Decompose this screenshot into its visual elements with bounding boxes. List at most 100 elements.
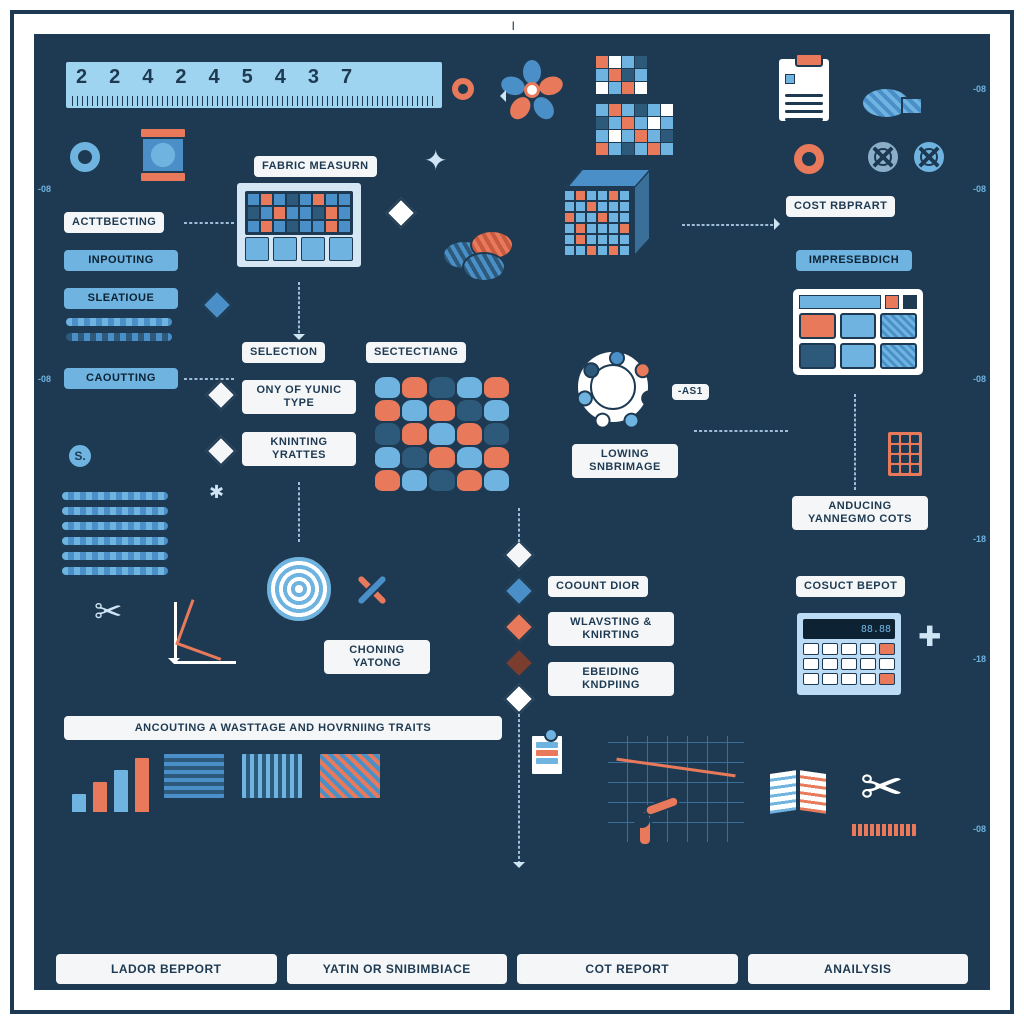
tab-yarn[interactable]: YATIN OR SNIBIMBIACE bbox=[285, 952, 510, 986]
comb-icon bbox=[848, 822, 918, 838]
node-colour[interactable]: COSUCT BEPOT bbox=[794, 574, 907, 599]
asterisk-icon: ✱ bbox=[209, 482, 224, 503]
arrow-down-icon bbox=[513, 862, 525, 874]
decision-icon bbox=[503, 683, 534, 714]
tab-analysis[interactable]: ANAILYSIS bbox=[746, 952, 971, 986]
bar-stack-icon bbox=[70, 756, 151, 814]
ruler-mark: 4 bbox=[209, 66, 220, 89]
frame-tick: | bbox=[512, 20, 515, 30]
wheel-x-icon bbox=[912, 140, 946, 174]
outer-frame: | -08 -08 -08 -18 -18 -08 -08 -08 2 2 4 … bbox=[10, 10, 1014, 1014]
swatch-panel-icon bbox=[790, 286, 926, 378]
ruler-mark: 4 bbox=[142, 66, 153, 89]
scissors-icon: ✂ bbox=[860, 758, 904, 818]
swatch bbox=[880, 343, 917, 369]
pixel-shape-icon bbox=[594, 54, 649, 96]
arrow-left-icon bbox=[494, 90, 506, 102]
side-num: -08 bbox=[973, 84, 986, 94]
decision-icon bbox=[205, 379, 236, 410]
node-ebeding[interactable]: EBEIDING KNDPIING bbox=[546, 660, 676, 698]
steam-icon: ∿∿∿ bbox=[866, 48, 915, 74]
ruler-mark: 3 bbox=[308, 66, 319, 89]
calculator-icon: 88.88 bbox=[794, 610, 904, 698]
node-fabric-measure[interactable]: FABRIC MEASURN bbox=[252, 154, 379, 179]
side-num: -08 bbox=[38, 374, 51, 384]
wheel-x-icon bbox=[866, 140, 900, 174]
node-caoutting[interactable]: CAOUTTING bbox=[62, 366, 180, 391]
robot-arm-icon bbox=[634, 790, 690, 846]
spool-icon bbox=[140, 130, 186, 180]
ruler-end-icon bbox=[452, 78, 474, 100]
cube-icon bbox=[562, 168, 652, 258]
node-longbar[interactable]: ANCOUTING A WASTTAGE AND HOVRNIING TRAIT… bbox=[62, 714, 504, 742]
pliers-icon: ✂ bbox=[94, 592, 123, 632]
dial-label: -AS1 bbox=[670, 382, 711, 402]
plus-icon: ✚ bbox=[918, 620, 941, 653]
tag-icon bbox=[530, 734, 564, 776]
node-cost-report[interactable]: COST RBPRART bbox=[784, 194, 897, 219]
knit-swatch-icon bbox=[372, 374, 512, 494]
node-loading[interactable]: LOWING SNBRIMAGE bbox=[570, 442, 680, 480]
bottom-tabs: LADOR BEPPORT YATIN OR SNIBIMBIACE COT R… bbox=[54, 952, 970, 986]
decision-icon bbox=[205, 435, 236, 466]
decision-icon bbox=[503, 647, 534, 678]
donut-icon bbox=[70, 142, 100, 172]
diagram-canvas: -08 -08 -08 -18 -18 -08 -08 -08 2 2 4 2 … bbox=[34, 34, 990, 990]
coin-icon: S. bbox=[66, 442, 94, 470]
ruler-mark: 2 bbox=[175, 66, 186, 89]
swatch bbox=[840, 313, 877, 339]
machine-icon bbox=[234, 180, 364, 270]
sparkle-icon: ✦ bbox=[424, 144, 447, 177]
fabric-roll-icon bbox=[240, 752, 304, 800]
decision-icon bbox=[503, 575, 534, 606]
calc-display: 88.88 bbox=[803, 619, 895, 639]
side-num: -08 bbox=[973, 374, 986, 384]
side-num: -18 bbox=[973, 534, 986, 544]
node-weaving[interactable]: WLAVSTING & KNIRTING bbox=[546, 610, 676, 648]
side-num: -08 bbox=[973, 184, 986, 194]
ruler-mark: 2 bbox=[76, 66, 87, 89]
swatch bbox=[880, 313, 917, 339]
decision-icon bbox=[201, 289, 232, 320]
book-icon bbox=[768, 770, 828, 814]
ring-icon bbox=[794, 144, 824, 174]
tab-cost[interactable]: COT REPORT bbox=[515, 952, 740, 986]
ruler-mark: 7 bbox=[341, 66, 352, 89]
node-knitting[interactable]: KNINTING YRATTES bbox=[240, 430, 358, 468]
node-impresebdich[interactable]: IMPRESEBDICH bbox=[794, 248, 914, 273]
ruler-ticks bbox=[72, 96, 436, 106]
node-chning[interactable]: CHONING YATONG bbox=[322, 638, 432, 676]
side-num: -08 bbox=[38, 184, 51, 194]
node-sleatioue[interactable]: SLEATIOUE bbox=[62, 286, 180, 311]
node-anducing[interactable]: ANDUCING YANNEGMO COTS bbox=[790, 494, 930, 532]
side-num: -18 bbox=[973, 654, 986, 664]
keypad-icon bbox=[886, 430, 924, 478]
ruler-mark: 4 bbox=[275, 66, 286, 89]
coil-icon bbox=[264, 554, 334, 624]
fabric-roll-icon bbox=[162, 752, 226, 800]
node-sectecting[interactable]: SECTECTIANG bbox=[364, 340, 468, 365]
swatch bbox=[799, 343, 836, 369]
decision-icon bbox=[385, 197, 416, 228]
yarn-icon bbox=[442, 230, 514, 280]
decision-icon bbox=[503, 539, 534, 570]
node-yarn-type[interactable]: ONY OF YUNIC TYPE bbox=[240, 378, 358, 416]
decision-icon bbox=[503, 611, 534, 642]
arrow-right-icon bbox=[774, 218, 786, 230]
ruler-icon: 2 2 4 2 4 5 4 3 7 bbox=[64, 60, 444, 110]
dial-icon bbox=[574, 348, 652, 426]
tab-labor[interactable]: LADOR BEPPORT bbox=[54, 952, 279, 986]
ruler-mark: 2 bbox=[109, 66, 120, 89]
coin-label: S. bbox=[66, 442, 94, 470]
cross-tools-icon bbox=[352, 570, 392, 610]
node-actbecting[interactable]: ACTTBECTING bbox=[62, 210, 166, 235]
node-inputting[interactable]: INPOUTING bbox=[62, 248, 180, 273]
swatch bbox=[799, 313, 836, 339]
flower-icon bbox=[502, 60, 562, 120]
node-coount[interactable]: COOUNT DIOR bbox=[546, 574, 650, 599]
tape-icon bbox=[860, 86, 912, 120]
swatch bbox=[840, 343, 877, 369]
ruler-mark: 5 bbox=[242, 66, 253, 89]
fabric-layers-icon bbox=[64, 316, 174, 343]
node-selection[interactable]: SELECTION bbox=[240, 340, 327, 365]
